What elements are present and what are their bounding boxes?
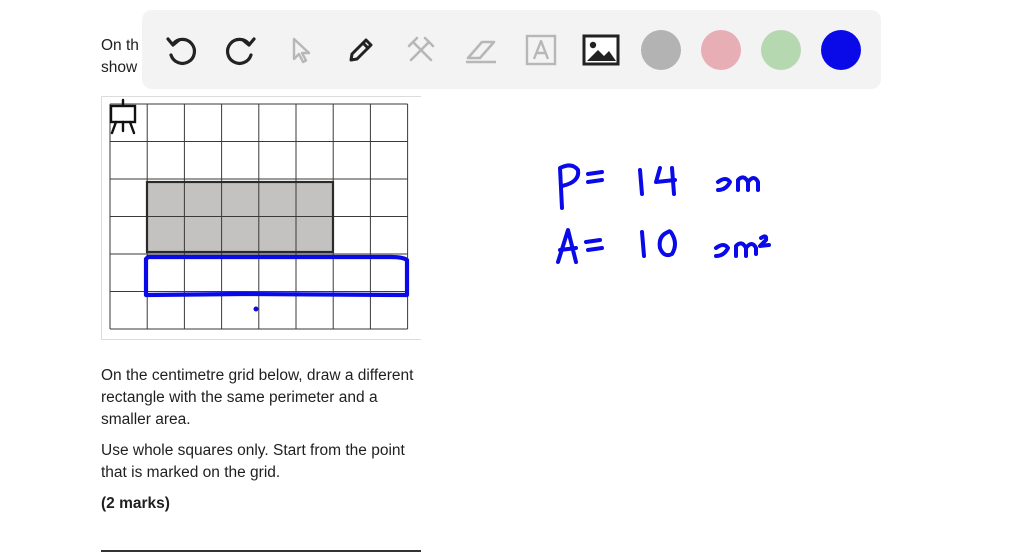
question-paragraph-2: Use whole squares only. Start from the p… [101, 442, 405, 481]
centimetre-grid-card [101, 96, 421, 340]
marks-label: (2 marks) [101, 495, 170, 512]
eraser-icon[interactable] [461, 30, 501, 70]
marked-point [253, 306, 259, 312]
question-paragraph-1: On the centimetre grid below, draw a dif… [101, 367, 414, 428]
centimetre-grid[interactable] [101, 96, 421, 340]
image-icon[interactable] [581, 30, 621, 70]
pen-icon[interactable] [341, 30, 381, 70]
redo-icon[interactable] [221, 30, 261, 70]
drawing-toolbar [142, 10, 881, 89]
handwritten-notes [556, 163, 771, 264]
color-swatch-gray[interactable] [641, 30, 681, 70]
select-cursor-icon[interactable] [281, 30, 321, 70]
handwriting-line-2 [556, 228, 771, 264]
answer-divider [101, 550, 421, 552]
drawn-rectangle [143, 254, 410, 298]
color-swatch-blue[interactable] [821, 30, 861, 70]
color-swatch-pink[interactable] [701, 30, 741, 70]
text-tool-icon[interactable] [521, 30, 561, 70]
undo-icon[interactable] [161, 30, 201, 70]
question-text: On the centimetre grid below, draw a dif… [101, 365, 421, 524]
color-swatch-green[interactable] [761, 30, 801, 70]
tools-icon[interactable] [401, 30, 441, 70]
easel-icon[interactable] [109, 98, 137, 135]
handwriting-line-1 [558, 163, 760, 210]
